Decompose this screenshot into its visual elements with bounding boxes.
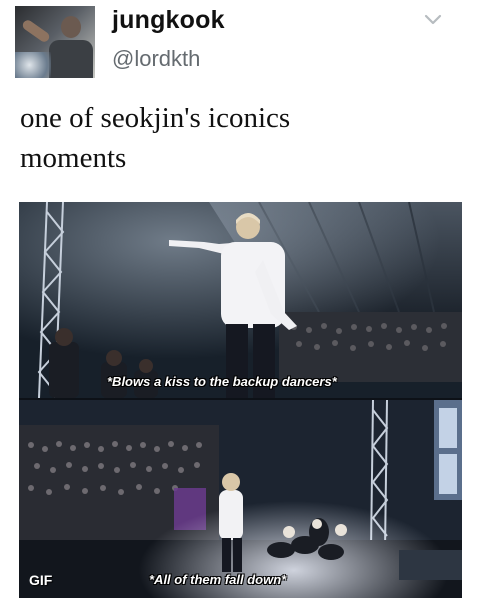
avatar-body-shape: [49, 40, 93, 78]
tweet-header: jungkook @lordkth: [0, 0, 480, 90]
gif-frame-bottom: *All of them fall down*: [19, 400, 462, 598]
gif-caption-bottom: *All of them fall down*: [149, 572, 287, 587]
gif-badge: GIF: [29, 572, 53, 588]
tweet-text: one of seokjin's iconics moments: [20, 98, 460, 178]
tweet-media[interactable]: *Blows a kiss to the backup dancers* *Al…: [19, 202, 462, 598]
tweet-text-line: moments: [20, 142, 127, 174]
gif-caption-top: *Blows a kiss to the backup dancers*: [107, 374, 337, 389]
chevron-down-icon[interactable]: [424, 14, 442, 26]
display-name[interactable]: jungkook: [112, 6, 225, 35]
concert-scene-bottom: [19, 400, 462, 598]
avatar[interactable]: [15, 6, 95, 78]
user-handle[interactable]: @lordkth: [112, 46, 200, 72]
concert-scene-top: [19, 202, 462, 398]
avatar-light-shape: [15, 52, 51, 78]
avatar-head-shape: [61, 16, 81, 38]
tweet-text-line: one of seokjin's iconics: [20, 102, 291, 134]
gif-frame-top: *Blows a kiss to the backup dancers*: [19, 202, 462, 398]
avatar-arm-shape: [20, 18, 52, 44]
